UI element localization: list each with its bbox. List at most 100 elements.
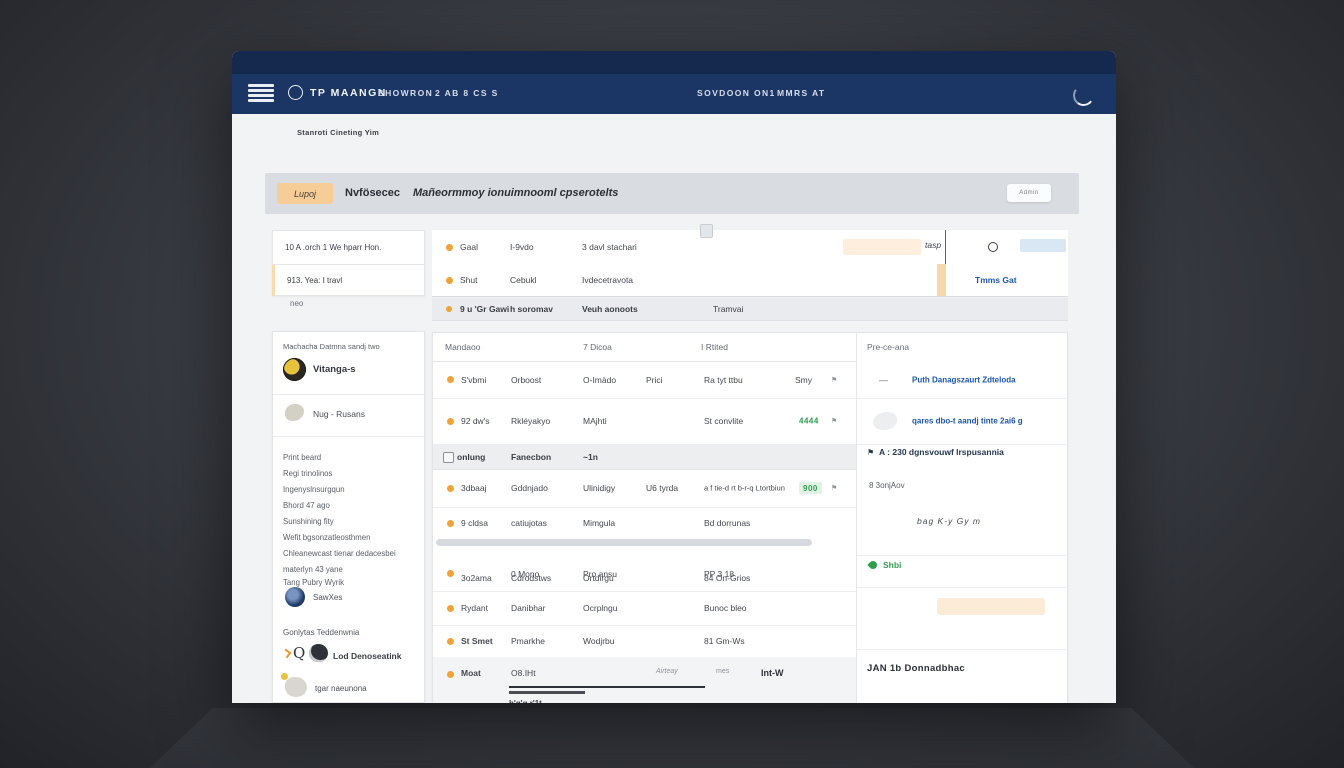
cell: St Smet bbox=[461, 636, 493, 646]
detail-line: Ingenyslnsurgqun bbox=[283, 485, 345, 494]
primary-avatar[interactable] bbox=[283, 358, 306, 381]
nav-item-3[interactable]: SOVDOON ON1 bbox=[697, 88, 776, 98]
detail-line: Bhord 47 ago bbox=[283, 501, 330, 510]
cell: 92 dw's bbox=[461, 416, 490, 426]
panel-green-label: Shbi bbox=[883, 560, 901, 570]
table-row-8[interactable]: Moat O8.IHt Airteay mes Int-W b'q'q r'1t bbox=[433, 657, 856, 703]
banner-action-button[interactable]: Admin bbox=[1007, 184, 1051, 202]
panel-input-chip[interactable] bbox=[937, 598, 1045, 615]
sketch-icon bbox=[873, 412, 897, 430]
summary-header-row[interactable]: 9 u 'Gr Gawi h soromav Veuh aonoots Tram… bbox=[432, 298, 1068, 321]
detail-line: materlyn 43 yane bbox=[283, 565, 343, 574]
banner-badge[interactable]: Lupoj bbox=[277, 183, 333, 204]
table-row-2[interactable]: 92 dw's Rkléyakyo MAjhti St convlite 444… bbox=[433, 398, 856, 445]
summary-note: tasp bbox=[925, 240, 941, 250]
light-avatar-icon bbox=[285, 677, 307, 697]
circle-icon bbox=[988, 242, 998, 252]
cell: Ulinidigy bbox=[583, 483, 615, 493]
cell: onlung bbox=[457, 452, 485, 462]
table-row-6[interactable]: Rydant Danibhar Ocrplngu Bunoc bleo bbox=[433, 591, 856, 626]
detail-panel: Pre-ce-ana — Puth Danagszaurt Zdteloda q… bbox=[856, 333, 1069, 703]
nav-item-4[interactable]: MMRS AT bbox=[777, 88, 826, 98]
green-badge: 900 bbox=[799, 482, 822, 494]
cell: Rkléyakyo bbox=[511, 416, 550, 426]
user-spinner-icon[interactable] bbox=[1072, 84, 1096, 108]
leaf-icon bbox=[867, 559, 878, 570]
status-dot-icon bbox=[447, 485, 454, 492]
panel-link-2[interactable]: qares dbo-t aandj tinte 2ai6 g bbox=[912, 417, 1023, 426]
cell: Pmarkhe bbox=[511, 636, 545, 646]
nav-item-1[interactable]: SHOWRON bbox=[378, 88, 433, 98]
breadcrumb: Stanroti Cineting Yim bbox=[297, 128, 379, 137]
cell: catiujotas bbox=[511, 518, 547, 528]
summary-links[interactable]: Tmms Gat bbox=[975, 275, 1017, 285]
detail-line: Regi trinolinos bbox=[283, 469, 332, 478]
column-header[interactable]: I Rtited bbox=[701, 342, 728, 352]
menu-icon[interactable] bbox=[248, 84, 274, 102]
table-subheader-row[interactable]: onlung Fanecbon ~1n bbox=[433, 444, 856, 470]
cell: O-Imàdo bbox=[583, 375, 616, 385]
table-row-5[interactable]: 0 Mono Pro ansu PP 3 18 3o2ama Cdrodstws… bbox=[433, 547, 856, 592]
blue-chip[interactable] bbox=[1020, 239, 1066, 252]
sidebar-item-2[interactable]: 913. Yea: I travl bbox=[272, 265, 425, 296]
status-dot-icon bbox=[447, 520, 454, 527]
panel-row-1[interactable]: — Puth Danagszaurt Zdteloda bbox=[857, 361, 1069, 399]
cell: Orboost bbox=[511, 375, 541, 385]
card-link-2[interactable]: tgar naeunona bbox=[315, 684, 367, 693]
divider bbox=[857, 555, 1069, 556]
cell: Ocrplngu bbox=[583, 603, 618, 613]
cell: Smy bbox=[795, 375, 812, 385]
cell: Gddnjado bbox=[511, 483, 548, 493]
column-header[interactable]: 7 Dicoa bbox=[583, 342, 612, 352]
card-subheading: Gonlytas Teddenwnia bbox=[283, 628, 359, 637]
cell: St convlite bbox=[704, 416, 743, 426]
cell: 84 On-Grios bbox=[704, 573, 750, 583]
cell: Fanecbon bbox=[511, 452, 551, 462]
table-row-7[interactable]: St Smet Pmarkhe Wodjrbu 81 Gm-Ws bbox=[433, 625, 856, 658]
summary-cell: Gaal bbox=[460, 242, 478, 252]
cell: ~1n bbox=[583, 452, 598, 462]
divider bbox=[273, 394, 424, 395]
panel-footer: JAN 1b Donnadbhac bbox=[867, 663, 965, 674]
status-dot-icon bbox=[446, 306, 452, 312]
summary-cell: 9 u 'Gr Gawi bbox=[460, 304, 509, 314]
panel-row-2[interactable]: qares dbo-t aandj tinte 2ai6 g bbox=[857, 398, 1069, 445]
panel-link-1[interactable]: Puth Danagszaurt Zdteloda bbox=[912, 375, 1016, 384]
secondary-name: Nug - Rusans bbox=[313, 409, 365, 419]
cell: Wodjrbu bbox=[583, 636, 615, 646]
column-header[interactable]: Mandaoo bbox=[445, 342, 480, 352]
top-nav-bar: TP MAANGN SHOWRON 2 AB 8 CS S SOVDOON ON… bbox=[232, 74, 1116, 114]
summary-cell: Veuh aonoots bbox=[582, 304, 638, 314]
summary-cell: h soromav bbox=[510, 304, 553, 314]
brand-logo[interactable]: TP MAANGN bbox=[288, 85, 387, 100]
member-name: SawXes bbox=[313, 593, 342, 602]
cell: U6 tyrda bbox=[646, 483, 678, 493]
page-banner: Lupoj Nvfösecec Mañeormmoy ionuimnooml c… bbox=[265, 173, 1079, 214]
divider bbox=[857, 649, 1069, 650]
card-link-1[interactable]: Lod Denoseatink bbox=[333, 651, 401, 661]
banner-title-part2: Mañeormmoy ionuimnooml cpserotelts bbox=[413, 187, 618, 199]
panel-header: Pre-ce-ana bbox=[867, 342, 909, 352]
dash-icon: — bbox=[879, 375, 888, 385]
banner-title-part1: Nvfösecec bbox=[345, 187, 400, 199]
sidebar-item-1[interactable]: 10 A .orch 1 We hparr Hon. bbox=[272, 230, 425, 265]
summary-row-1[interactable]: Gaal I-9vdo 3 davl stachari tasp bbox=[432, 230, 1068, 265]
underline-rule bbox=[509, 691, 585, 694]
secondary-avatar[interactable] bbox=[285, 404, 304, 421]
panel-info-sub: 8 3onjAov bbox=[869, 481, 905, 490]
member-avatar[interactable] bbox=[285, 587, 305, 607]
column-divider bbox=[945, 230, 946, 265]
data-table-card: Mandaoo 7 Dicoa I Rtited S'vbmi Orboost … bbox=[432, 332, 1068, 703]
summary-row-2[interactable]: Shut Cebukl Ivdecetravota Tmms Gat bbox=[432, 264, 1068, 297]
panel-note: bag K-y Gy m bbox=[917, 516, 981, 526]
cell: Bunoc bleo bbox=[704, 603, 747, 613]
highlight-block bbox=[843, 239, 921, 255]
flag-icon: ⚑ bbox=[831, 484, 837, 492]
nav-item-2[interactable]: 2 AB 8 CS S bbox=[435, 88, 499, 98]
table-row-4[interactable]: 9 cldsa catiujotas Mimgula Bd dorrunas bbox=[433, 507, 856, 539]
status-dot-icon bbox=[447, 671, 454, 678]
table-row-1[interactable]: S'vbmi Orboost O-Imàdo Prici Ra tyt ttbu… bbox=[433, 361, 856, 399]
cell: Rydant bbox=[461, 603, 488, 613]
table-row-3[interactable]: 3dbaaj Gddnjado Ulinidigy U6 tyrda a f t… bbox=[433, 469, 856, 508]
progress-bar bbox=[436, 539, 812, 546]
